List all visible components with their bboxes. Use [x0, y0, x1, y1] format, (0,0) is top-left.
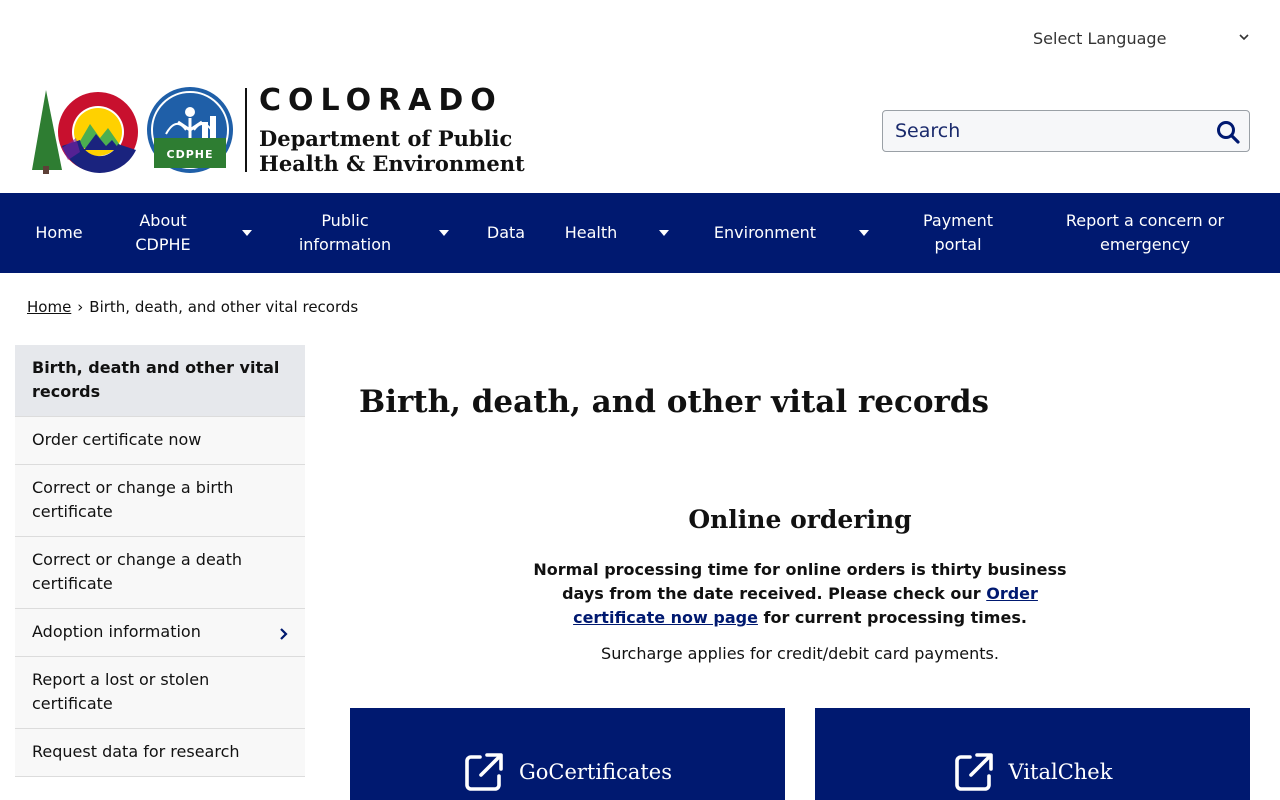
notice-text-after: for current processing times. — [757, 608, 1027, 627]
section-title: Online ordering — [688, 505, 912, 534]
sidebar-item-correct-birth[interactable]: Correct or change a birth certificate — [15, 465, 305, 537]
logo-state-name: COLORADO — [259, 83, 503, 118]
colorado-logo-icon — [32, 90, 138, 174]
cdphe-seal-text: CDPHE — [166, 148, 214, 161]
search-box — [882, 110, 1250, 152]
nav-item-data[interactable]: Data — [478, 193, 534, 273]
sidebar-item-label: Correct or change a death certificate — [32, 550, 243, 593]
breadcrumb-separator: › — [77, 298, 84, 316]
site-logo[interactable]: CDPHE COLORADO Department of Public Heal… — [28, 86, 528, 178]
page-title: Birth, death, and other vital records — [359, 384, 989, 420]
language-select-label: Select Language — [1033, 28, 1167, 48]
caret-down-icon[interactable] — [242, 229, 252, 237]
sidebar-item-label: Adoption information — [32, 622, 201, 641]
breadcrumb-home-link[interactable]: Home — [27, 298, 71, 316]
breadcrumb: Home › Birth, death, and other vital rec… — [27, 298, 358, 316]
nav-item-about[interactable]: About CDPHE — [118, 193, 208, 273]
sidebar-item-adoption[interactable]: Adoption information — [15, 609, 305, 657]
sidebar-item-correct-death[interactable]: Correct or change a death certificate — [15, 537, 305, 609]
sidebar-item-label: Correct or change a birth certificate — [32, 478, 234, 521]
gocertificates-button[interactable]: GoCertificates — [350, 708, 785, 800]
external-link-icon — [465, 753, 503, 791]
vitalchek-button[interactable]: VitalChek — [815, 708, 1250, 800]
search-input[interactable] — [883, 111, 1203, 151]
card-label: GoCertificates — [518, 760, 673, 784]
sidebar-item-label: Request data for research — [32, 742, 240, 761]
nav-item-environment[interactable]: Environment — [704, 193, 826, 273]
chevron-down-icon — [1239, 34, 1249, 41]
logo-dept-line-1: Department of Public — [259, 126, 513, 151]
nav-item-payment-portal[interactable]: Payment portal — [910, 193, 1006, 273]
processing-notice: Normal processing time for online orders… — [525, 558, 1075, 630]
surcharge-note: Surcharge applies for credit/debit card … — [601, 644, 999, 663]
sidebar-item-lost-stolen[interactable]: Report a lost or stolen certificate — [15, 657, 305, 729]
logo-divider — [245, 88, 247, 172]
caret-down-icon[interactable] — [859, 229, 869, 237]
sidebar-item-label: Birth, death and other vital records — [32, 358, 280, 401]
sidebar-item-research-data[interactable]: Request data for research — [15, 729, 305, 777]
caret-down-icon[interactable] — [659, 229, 669, 237]
chevron-right-icon[interactable] — [278, 628, 288, 640]
search-icon[interactable] — [1215, 119, 1241, 145]
logo-text: COLORADO Department of Public Health & E… — [259, 83, 525, 177]
breadcrumb-current: Birth, death, and other vital records — [89, 298, 359, 316]
sidebar-item-label: Report a lost or stolen certificate — [32, 670, 210, 713]
caret-down-icon[interactable] — [439, 229, 449, 237]
external-link-icon — [954, 753, 993, 791]
sidebar-item-label: Order certificate now — [32, 430, 202, 449]
sidebar-nav: Birth, death and other vital records Ord… — [15, 345, 305, 777]
logo-dept-line-2: Health & Environment — [259, 151, 525, 176]
sidebar-item-order-certificate[interactable]: Order certificate now — [15, 417, 305, 465]
nav-item-health[interactable]: Health — [556, 193, 626, 273]
language-select[interactable]: Select Language — [1033, 26, 1253, 50]
nav-item-home[interactable]: Home — [20, 193, 98, 273]
nav-item-report-concern[interactable]: Report a concern or emergency — [1050, 193, 1240, 273]
nav-item-public-information[interactable]: Public information — [283, 193, 407, 273]
card-label: VitalChek — [1008, 760, 1113, 784]
main-nav: Home About CDPHE Public information Data… — [0, 193, 1280, 273]
sidebar-item-vital-records[interactable]: Birth, death and other vital records — [15, 345, 305, 417]
